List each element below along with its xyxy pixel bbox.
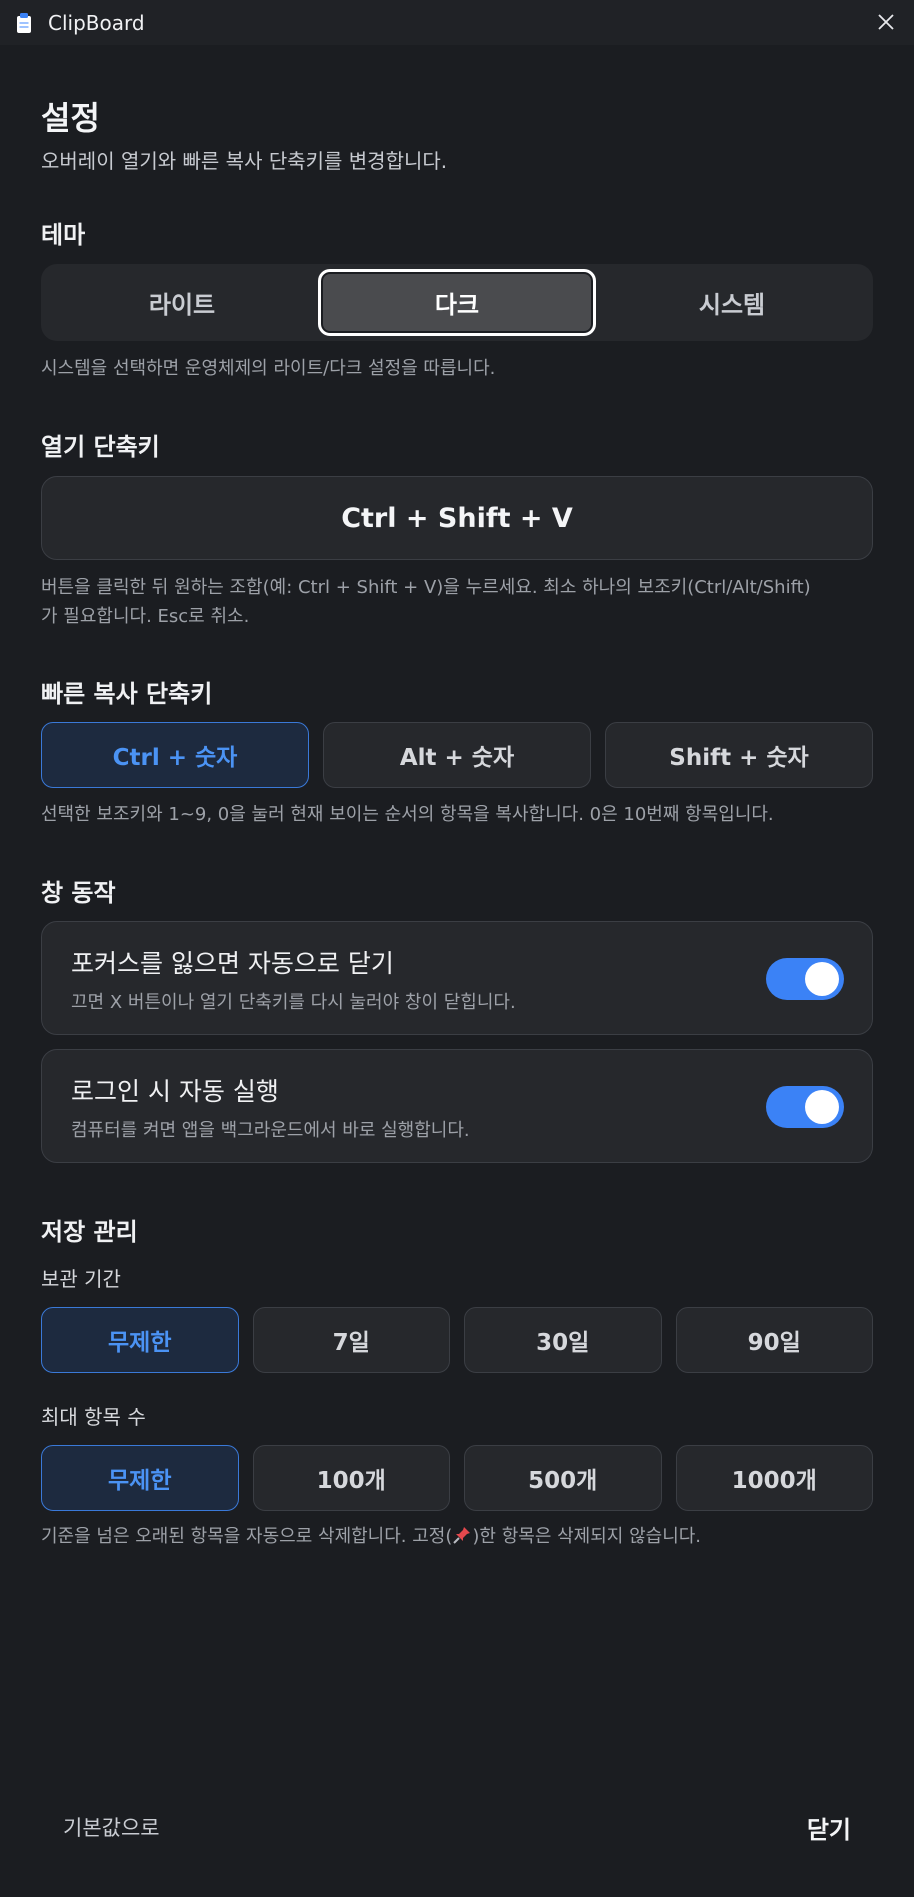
theme-option-dark[interactable]: 다크	[318, 269, 596, 336]
theme-option-system[interactable]: 시스템	[596, 269, 868, 336]
toggle-knob	[805, 1090, 839, 1124]
retention-option-90d[interactable]: 90일	[675, 1307, 873, 1373]
page-title: 설정	[41, 99, 100, 137]
quick-copy-option-shift[interactable]: Shift + 숫자	[605, 722, 873, 788]
open-shortcut-section-title: 열기 단축키	[41, 433, 160, 461]
window-title: ClipBoard	[48, 10, 145, 35]
theme-section-title: 테마	[41, 221, 86, 249]
storage-section-title: 저장 관리	[41, 1218, 138, 1246]
auto-close-description: 끄면 X 버튼이나 열기 단축키를 다시 눌러야 창이 닫힙니다.	[71, 992, 516, 1013]
storage-hint: 기준을 넘은 오래된 항목을 자동으로 삭제합니다. 고정( )한 항목은 삭제되…	[41, 1522, 701, 1551]
quick-copy-option-alt[interactable]: Alt + 숫자	[323, 722, 591, 788]
close-icon[interactable]	[868, 4, 904, 40]
auto-launch-label: 로그인 시 자동 실행	[71, 1077, 279, 1106]
max-items-option-100[interactable]: 100개	[252, 1445, 450, 1511]
quick-copy-option-ctrl[interactable]: Ctrl + 숫자	[41, 722, 309, 788]
max-items-label: 최대 항목 수	[41, 1405, 146, 1429]
auto-close-setting: 포커스를 잃으면 자동으로 닫기 끄면 X 버튼이나 열기 단축키를 다시 눌러…	[41, 921, 873, 1035]
retention-option-7d[interactable]: 7일	[252, 1307, 450, 1373]
open-shortcut-hint-line2: 가 필요합니다. Esc로 취소.	[41, 606, 250, 627]
toggle-knob	[805, 962, 839, 996]
retention-label: 보관 기간	[41, 1267, 121, 1291]
retention-option-30d[interactable]: 30일	[464, 1307, 662, 1373]
reset-defaults-button[interactable]: 기본값으로	[63, 1812, 160, 1842]
quick-copy-hint: 선택한 보조키와 1~9, 0을 눌러 현재 보이는 순서의 항목을 복사합니다…	[41, 804, 774, 825]
auto-launch-description: 컴퓨터를 켜면 앱을 백그라운드에서 바로 실행합니다.	[71, 1120, 470, 1141]
auto-launch-setting: 로그인 시 자동 실행 컴퓨터를 켜면 앱을 백그라운드에서 바로 실행합니다.	[41, 1049, 873, 1163]
pin-icon	[452, 1525, 472, 1545]
open-shortcut-hint-line1: 버튼을 클릭한 뒤 원하는 조합(예: Ctrl + Shift + V)을 누…	[41, 577, 811, 598]
clipboard-icon	[14, 12, 34, 34]
title-bar: ClipBoard	[0, 0, 914, 45]
quick-copy-section-title: 빠른 복사 단축키	[41, 680, 213, 708]
theme-option-light[interactable]: 라이트	[46, 269, 318, 336]
retention-options: 무제한 7일 30일 90일	[41, 1307, 873, 1373]
close-button[interactable]: 닫기	[807, 1810, 851, 1845]
max-items-option-1000[interactable]: 1000개	[675, 1445, 873, 1511]
open-shortcut-button[interactable]: Ctrl + Shift + V	[41, 476, 873, 560]
quick-copy-options: Ctrl + 숫자 Alt + 숫자 Shift + 숫자	[41, 722, 873, 788]
max-items-option-500[interactable]: 500개	[464, 1445, 662, 1511]
max-items-option-unlimited[interactable]: 무제한	[41, 1445, 239, 1511]
retention-option-unlimited[interactable]: 무제한	[41, 1307, 239, 1373]
auto-close-label: 포커스를 잃으면 자동으로 닫기	[71, 949, 394, 978]
storage-hint-after: )한 항목은 삭제되지 않습니다.	[472, 1526, 702, 1547]
auto-launch-toggle[interactable]	[766, 1086, 844, 1128]
window-behavior-section-title: 창 동작	[41, 879, 116, 907]
open-shortcut-hint: 버튼을 클릭한 뒤 원하는 조합(예: Ctrl + Shift + V)을 누…	[41, 573, 811, 631]
theme-hint: 시스템을 선택하면 운영체제의 라이트/다크 설정을 따릅니다.	[41, 358, 496, 379]
page-subtitle: 오버레이 열기와 빠른 복사 단축키를 변경합니다.	[41, 149, 448, 173]
max-items-options: 무제한 100개 500개 1000개	[41, 1445, 873, 1511]
auto-close-toggle[interactable]	[766, 958, 844, 1000]
theme-selector: 라이트 다크 시스템	[41, 264, 873, 341]
storage-hint-before: 기준을 넘은 오래된 항목을 자동으로 삭제합니다. 고정(	[41, 1526, 453, 1547]
